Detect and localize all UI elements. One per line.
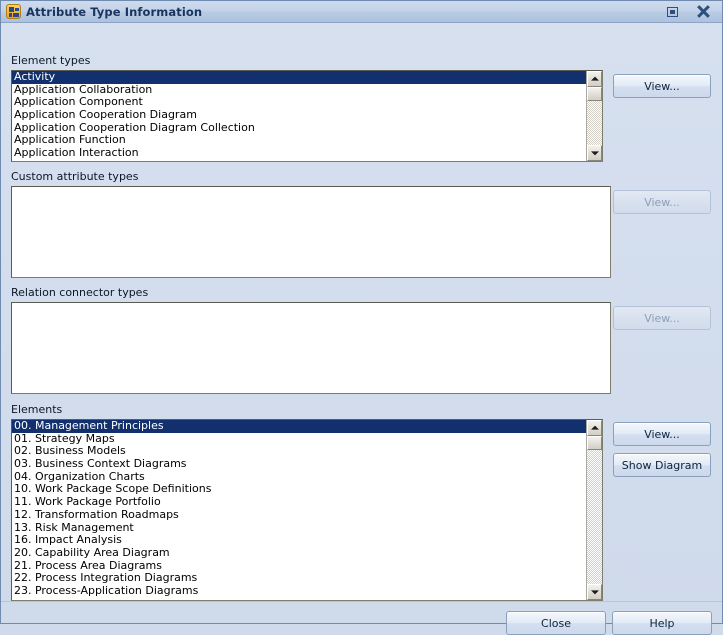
window-title: Attribute Type Information bbox=[26, 4, 203, 19]
scrollbar-track[interactable] bbox=[587, 436, 602, 584]
elements-list[interactable]: 00. Management Principles 01. Strategy Ma… bbox=[12, 420, 586, 600]
elements-listbox[interactable]: 00. Management Principles 01. Strategy Ma… bbox=[11, 419, 603, 601]
list-item[interactable]: Activity bbox=[12, 71, 586, 84]
element-types-label: Element types bbox=[11, 54, 91, 67]
list-item[interactable]: Application Collaboration bbox=[12, 84, 586, 97]
list-item[interactable]: 22. Process Integration Diagrams bbox=[12, 572, 586, 585]
list-item[interactable]: 23. Process-Application Diagrams bbox=[12, 585, 586, 598]
scroll-up-icon[interactable] bbox=[587, 420, 602, 436]
list-item[interactable]: Application Component bbox=[12, 96, 586, 109]
custom-attribute-types-view-button[interactable]: View... bbox=[613, 190, 711, 214]
list-item[interactable]: 21. Process Area Diagrams bbox=[12, 560, 586, 573]
scrollbar-thumb[interactable] bbox=[587, 436, 602, 450]
relation-connector-types-list[interactable] bbox=[12, 303, 610, 393]
list-item[interactable]: Application Cooperation Diagram Collecti… bbox=[12, 122, 586, 135]
list-item[interactable]: 00. Management Principles bbox=[12, 420, 586, 433]
show-diagram-button[interactable]: Show Diagram bbox=[613, 453, 711, 477]
elements-label: Elements bbox=[11, 403, 63, 416]
scroll-down-icon[interactable] bbox=[587, 584, 602, 600]
element-types-view-button[interactable]: View... bbox=[613, 74, 711, 98]
scrollbar-track[interactable] bbox=[587, 87, 602, 145]
restore-icon[interactable] bbox=[665, 5, 680, 19]
element-types-list[interactable]: Activity Application Collaboration Applica… bbox=[12, 71, 586, 161]
element-types-scrollbar[interactable] bbox=[586, 71, 602, 161]
dialog-content: Element types Activity Application Collab… bbox=[1, 23, 722, 635]
list-item[interactable]: Application Interaction bbox=[12, 147, 586, 160]
list-item[interactable]: 03. Business Context Diagrams bbox=[12, 458, 586, 471]
list-item[interactable]: 02. Business Models bbox=[12, 445, 586, 458]
custom-attribute-types-label: Custom attribute types bbox=[11, 170, 139, 183]
elements-scrollbar[interactable] bbox=[586, 420, 602, 600]
list-item[interactable]: 11. Work Package Portfolio bbox=[12, 496, 586, 509]
footer-divider bbox=[1, 601, 722, 602]
scrollbar-thumb[interactable] bbox=[587, 87, 602, 101]
close-button[interactable]: Close bbox=[506, 611, 606, 635]
list-item[interactable]: 04. Organization Charts bbox=[12, 471, 586, 484]
list-item[interactable]: 12. Transformation Roadmaps bbox=[12, 509, 586, 522]
dialog-window: Attribute Type Information Element types… bbox=[0, 0, 723, 635]
custom-attribute-types-list[interactable] bbox=[12, 187, 610, 277]
title-bar: Attribute Type Information bbox=[1, 1, 722, 23]
relation-connector-types-view-button[interactable]: View... bbox=[613, 306, 711, 330]
help-button[interactable]: Help bbox=[612, 611, 712, 635]
element-types-listbox[interactable]: Activity Application Collaboration Applica… bbox=[11, 70, 603, 162]
close-icon[interactable] bbox=[696, 5, 711, 19]
list-item[interactable]: 13. Risk Management bbox=[12, 522, 586, 535]
scroll-down-icon[interactable] bbox=[587, 145, 602, 161]
list-item[interactable]: 10. Work Package Scope Definitions bbox=[12, 483, 586, 496]
list-item[interactable]: Application Cooperation Diagram bbox=[12, 109, 586, 122]
custom-attribute-types-listbox[interactable] bbox=[11, 186, 611, 278]
list-item[interactable]: 01. Strategy Maps bbox=[12, 433, 586, 446]
scroll-up-icon[interactable] bbox=[587, 71, 602, 87]
relation-connector-types-listbox[interactable] bbox=[11, 302, 611, 394]
title-bar-buttons bbox=[665, 5, 720, 19]
elements-view-button[interactable]: View... bbox=[613, 422, 711, 446]
list-item[interactable]: 16. Impact Analysis bbox=[12, 534, 586, 547]
relation-connector-types-label: Relation connector types bbox=[11, 286, 149, 299]
list-item[interactable]: 20. Capability Area Diagram bbox=[12, 547, 586, 560]
app-icon bbox=[6, 4, 21, 19]
list-item[interactable]: Application Function bbox=[12, 134, 586, 147]
